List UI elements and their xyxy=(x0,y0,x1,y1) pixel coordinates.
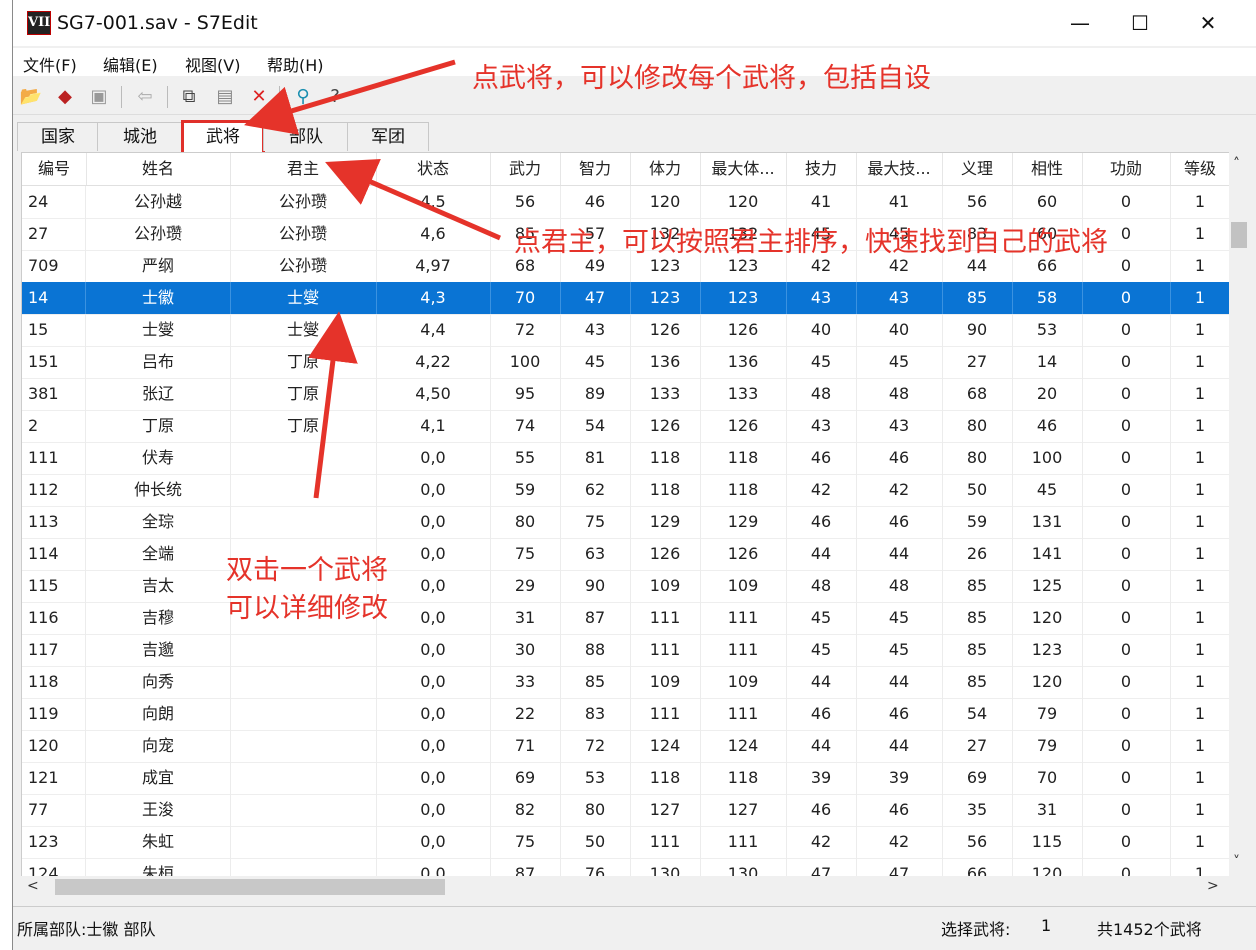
annotation-top: 点武将，可以修改每个武将，包括自设 xyxy=(472,63,931,94)
annotation-bottom-line2: 可以详细修改 xyxy=(226,593,388,624)
arrow-to-generals-tab xyxy=(244,59,456,135)
annotation-bottom-line1: 双击一个武将 xyxy=(226,555,388,586)
annotation-arrows xyxy=(244,59,501,499)
arrow-to-selected-row xyxy=(308,311,358,499)
annotation-middle: 点君主，可以按照君主排序，快速找到自己的武将 xyxy=(514,227,1108,258)
arrow-to-ruler-column xyxy=(325,159,501,241)
